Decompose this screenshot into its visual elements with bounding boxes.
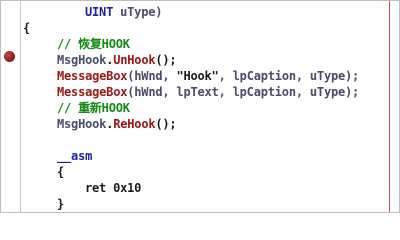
function-name: MessageBox [57, 69, 128, 83]
code-line-11: ret 0x10 [85, 180, 141, 196]
argument-text: (hWnd, [127, 69, 177, 83]
editor-gutter[interactable] [1, 1, 20, 212]
code-line-1: UINT uType) [85, 4, 162, 20]
open-brace: { [57, 165, 65, 179]
open-brace: { [23, 21, 31, 35]
fold-indicator-line [20, 1, 21, 212]
type-keyword: UINT [85, 5, 114, 19]
call-parens: (); [155, 53, 177, 67]
close-brace: } [57, 197, 65, 211]
asm-keyword: __asm [57, 149, 93, 163]
comment-text: // 恢复HOOK [57, 37, 130, 51]
code-line-9: __asm [57, 148, 92, 164]
argument-text: (hWnd, lpText, lpCaption, uType); [127, 85, 360, 99]
call-parens: (); [155, 117, 177, 131]
code-line-4: MsgHook.UnHook(); [57, 52, 177, 68]
code-line-3: // 恢复HOOK [57, 36, 130, 52]
method-name: UnHook [113, 53, 156, 67]
code-line-6: MessageBox(hWnd, lpText, lpCaption, uTyp… [57, 84, 359, 100]
argument-text: , lpCaption, uType); [218, 69, 360, 83]
breakpoint-icon[interactable] [4, 51, 15, 62]
comment-text: // 重新HOOK [57, 101, 130, 115]
code-line-12: } [57, 196, 64, 212]
object-name: MsgHook [57, 117, 107, 131]
method-name: ReHook [113, 117, 156, 131]
right-margin-guide [389, 1, 390, 212]
asm-instruction: ret 0x10 [85, 181, 142, 195]
code-line-5: MessageBox(hWnd, "Hook", lpCaption, uTyp… [57, 68, 359, 84]
code-line-2: { [23, 20, 30, 36]
code-editor[interactable]: UINT uType) { // 恢复HOOK MsgHook.UnHook()… [0, 0, 400, 213]
object-name: MsgHook [57, 53, 107, 67]
function-name: MessageBox [57, 85, 128, 99]
code-line-8: MsgHook.ReHook(); [57, 116, 177, 132]
parameter-text: uType) [113, 5, 163, 19]
code-line-7: // 重新HOOK [57, 100, 130, 116]
string-literal: "Hook" [176, 69, 219, 83]
code-line-10: { [57, 164, 64, 180]
